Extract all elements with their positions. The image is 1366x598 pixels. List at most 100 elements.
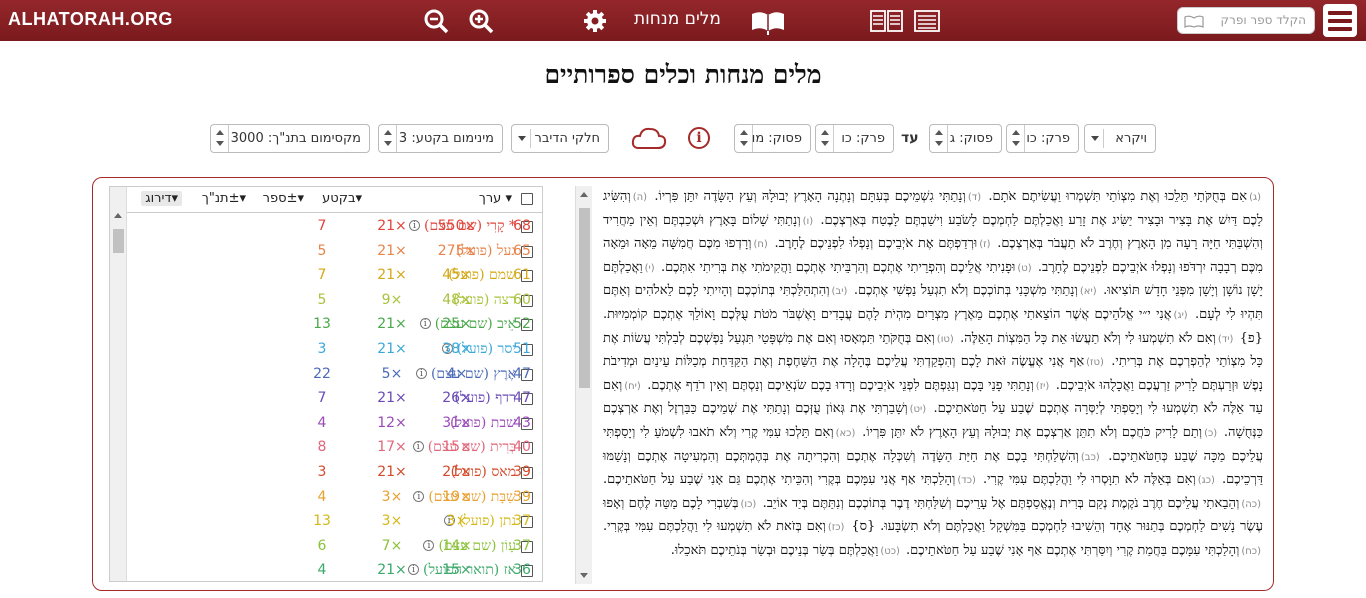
select-all-checkbox[interactable]	[521, 193, 533, 205]
tanakh-count-cell: 275×	[437, 242, 477, 259]
table-row[interactable]: רדף (פועל) 7 21× 26× 47	[127, 387, 542, 412]
verse-number[interactable]: (יא)	[1080, 286, 1097, 297]
table-row[interactable]: אֵיב (שם עצם)i 13 21× 25× 52	[127, 313, 542, 338]
verse-text[interactable]: וְהָלַכְתִּי אַף אֲנִי עִמָּכֶם בְּקֶרִי…	[603, 472, 955, 487]
verse-number[interactable]: (יח)	[624, 381, 641, 392]
verse-text[interactable]: וְהָלַכְתִּי עִמָּכֶם בַּחֲמַת קֶרִי וְי…	[906, 543, 1239, 558]
verse-number[interactable]: (כו)	[741, 499, 757, 510]
header-in-book[interactable]: ▾±ספר	[263, 191, 304, 206]
verse-number[interactable]: (כב)	[1081, 452, 1100, 463]
verse-number[interactable]: (ג)	[1249, 192, 1261, 203]
book-count-cell: 5×	[381, 365, 403, 382]
table-row[interactable]: נתן (פועל)i 13 3× 3× 37	[127, 510, 542, 535]
verse-number[interactable]: (ט)	[1017, 263, 1031, 274]
verse-number[interactable]: (טז)	[1086, 357, 1104, 368]
verse-text[interactable]: וְאִם בְּזֹאת לֹא תִשְׁמְעוּ לִי וַהֲלַכ…	[603, 519, 826, 534]
chapter-to-spinner[interactable]: פרק: כו	[815, 124, 894, 153]
table-row[interactable]: עָוֹן (שם עצם)i 6 7× 14× 37	[127, 535, 542, 560]
verse-number[interactable]: (ד)	[968, 192, 981, 203]
verse-number[interactable]: (ח)	[753, 239, 767, 250]
verse-number[interactable]: (כה)	[1241, 499, 1261, 510]
min-in-passage-spinner[interactable]: מינימום בקטע: 3	[378, 124, 503, 153]
verse-text[interactable]: וּפָנִיתִי אֲלֵיכֶם וְהִפְרֵיתִי אֶתְכֶם…	[661, 260, 1015, 275]
verse-number[interactable]: (כז)	[828, 522, 845, 533]
verse-number[interactable]: (ו)	[803, 216, 814, 227]
rank-cell: 37	[513, 537, 531, 554]
info-icon[interactable]: i	[688, 127, 710, 149]
header-in-tanakh[interactable]: ▾±תנ"ך	[202, 191, 246, 206]
verse-number[interactable]: (טו)	[937, 334, 954, 345]
header-rank[interactable]: ▾דירוג	[141, 191, 182, 206]
verse-number[interactable]: (כט)	[880, 546, 900, 557]
verse-text[interactable]: אִם בְּחֻקֹּתַי תֵּלֵכוּ וְאֶת מִצְוֹתַי…	[988, 189, 1247, 204]
list-icon[interactable]	[914, 8, 940, 34]
table-row[interactable]: * קָרִי (שם עצם)i 7 21× 550× 68	[127, 215, 542, 240]
book-select[interactable]: ויקרא	[1084, 124, 1156, 153]
passage-count-cell: 13	[313, 316, 331, 333]
table-row[interactable]: געל (פועל) 5 21× 275× 65	[127, 240, 542, 265]
word-info-icon[interactable]: i	[415, 367, 427, 379]
tanakh-count-cell: 4×	[446, 365, 468, 382]
zoom-in-icon[interactable]	[468, 8, 494, 34]
results-panel: ▾ ערך ▾בקטע ▾±ספר ▾±תנ"ך ▾דירוג * קָרִי …	[92, 177, 1274, 591]
passage-scrollbar[interactable]	[575, 186, 592, 584]
two-column-icon[interactable]	[870, 8, 903, 34]
table-scrollbar[interactable]	[110, 187, 127, 581]
verse-number[interactable]: (יז)	[1036, 381, 1050, 392]
table-row[interactable]: שבת (פועל) 4 12× 31× 43	[127, 412, 542, 437]
table-row[interactable]: מאס (פועל) 3 21× 21× 39	[127, 461, 542, 486]
max-in-tanakh-spinner[interactable]: מקסימום בתנ"ך: 3000	[210, 124, 370, 153]
verse-number[interactable]: (ה)	[633, 192, 647, 203]
verse-text[interactable]: וַאֲכַלְתֶּם בְּשַׂר בְּנֵיכֶם וּבְשַׂר …	[671, 543, 879, 558]
verse-number[interactable]: (י)	[645, 263, 655, 274]
verse-to-spinner[interactable]: פסוק: מו	[734, 124, 811, 153]
verse-number[interactable]: (כח)	[1241, 546, 1261, 557]
hamburger-menu-icon[interactable]	[1323, 4, 1357, 37]
passage-count-cell: 5	[317, 242, 327, 259]
gear-icon[interactable]	[582, 8, 608, 34]
tanakh-count-cell: 48×	[442, 291, 472, 308]
verse-number[interactable]: (כג)	[1198, 475, 1215, 486]
verse-text[interactable]: וְאִם בְּאֵלֶּה לֹא תִוָּסְרוּ לִי וַהֲל…	[983, 472, 1196, 487]
table-row[interactable]: בְּרִית (שם עצם)i 8 17× 15× 40	[127, 436, 542, 461]
zoom-out-icon[interactable]	[423, 8, 449, 34]
header-word[interactable]: ▾ ערך	[479, 191, 512, 206]
speech-parts-select[interactable]: חלקי הדיבר	[511, 124, 609, 153]
table-row[interactable]: יסר (פועל)i 3 21× 38× 51	[127, 338, 542, 363]
tanakh-count-cell: 45×	[442, 267, 472, 284]
site-logo[interactable]: ALHATORAH.ORG	[8, 9, 173, 30]
verse-from-spinner[interactable]: פסוק: ג	[929, 124, 1002, 153]
verse-text[interactable]: וּרְדַפְתֶּם אֶת אֹיְבֵיכֶם וְנָפְלוּ לִ…	[775, 236, 978, 251]
passage-count-cell: 8	[317, 439, 327, 456]
chapter-from-spinner[interactable]: פרק: כו	[1006, 124, 1079, 153]
tanakh-count-cell: 14×	[442, 537, 472, 554]
verse-number[interactable]: (יב)	[832, 286, 848, 297]
verse-text[interactable]: וְאִם לֹא תִשְׁמְעוּ לִי וְלֹא תַעֲשׂוּ …	[960, 331, 1216, 346]
verse-text[interactable]: וְנָתַתִּי מִשְׁכָּנִי בְּתוֹכְכֶם וְלֹא…	[854, 283, 1078, 298]
header-in-passage[interactable]: ▾בקטע	[322, 191, 362, 206]
word-cloud-icon[interactable]	[631, 125, 667, 151]
table-row[interactable]: אֶרֶץ (שם עצם)i 22 5× 4× 47	[127, 363, 542, 388]
table-row[interactable]: רצה (פועל) 5 9× 48× 60	[127, 289, 542, 314]
table-row[interactable]: אז (תואר הפועל)i 4 21× 15× 36	[127, 559, 542, 581]
table-row[interactable]: שמם (פועל) 7 21× 45× 61	[127, 264, 542, 289]
verse-text[interactable]: וְהֵבֵאתִי עֲלֵיכֶם חֶרֶב נֹקֶמֶת נְקַם …	[763, 496, 1240, 511]
verse-number[interactable]: (יג)	[1174, 310, 1188, 321]
verse-number[interactable]: (כ)	[1204, 428, 1217, 439]
rank-cell: 65	[513, 242, 531, 259]
verse-text[interactable]: וְתַם לָרִיק כֹּחֲכֶם וְלֹא תִתֵּן אַרְצ…	[862, 425, 1202, 440]
verse-text[interactable]: וְנָתַתִּי גִשְׁמֵיכֶם בְּעִתָּם וְנָתְנ…	[654, 189, 966, 204]
verse-number[interactable]: (כד)	[957, 475, 976, 486]
table-row[interactable]: שַׁבָּת (שם עצם)i 4 3× 19× 39	[127, 486, 542, 511]
book-count-cell: 21×	[377, 242, 407, 259]
verse-number[interactable]: (יד)	[1218, 334, 1234, 345]
book-icon	[1184, 15, 1204, 28]
word-info-icon[interactable]: i	[419, 318, 431, 330]
tanakh-count-cell: 19×	[442, 488, 472, 505]
verse-text[interactable]: וְנָתַתִּי פָנַי בָּכֶם וְנִגַּפְתֶּם לִ…	[647, 378, 1034, 393]
verse-number[interactable]: (יט)	[910, 404, 927, 415]
verse-number[interactable]: (כא)	[836, 428, 856, 439]
verse-number[interactable]: (ז)	[979, 239, 990, 250]
open-book-icon[interactable]	[750, 6, 786, 36]
search-input[interactable]: הקלד ספר ופרק	[1177, 7, 1315, 34]
